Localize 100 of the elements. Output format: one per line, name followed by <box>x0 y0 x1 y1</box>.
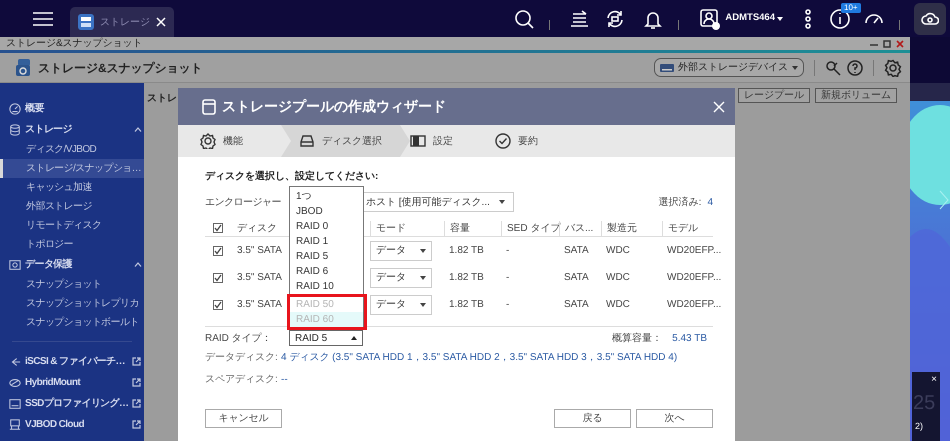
sidebar-item[interactable]: キャッシュ加速 <box>0 178 144 197</box>
dropdown-option: RAID 50 <box>290 297 363 312</box>
search-icon[interactable] <box>513 8 536 30</box>
chevron-up-icon <box>134 127 142 132</box>
sidebar-item[interactable]: SSDプロファイリング… <box>0 393 144 414</box>
toolbar-button[interactable]: 新規ボリューム <box>815 88 897 103</box>
external-link-icon <box>132 357 141 366</box>
sidebar-item[interactable]: 外部ストレージ <box>0 197 144 216</box>
bars-icon <box>410 133 426 149</box>
sidebar-item[interactable]: スナップショットレプリカ <box>0 294 144 313</box>
selected-count-value: 4 <box>707 196 713 210</box>
caret-icon <box>351 336 357 340</box>
user-menu-button[interactable]: ADMTS464 <box>721 11 777 26</box>
ssd-icon <box>9 398 21 410</box>
table-cell-text: SATA <box>563 271 590 285</box>
sidebar-item[interactable]: VJBOD Cloud <box>0 414 144 435</box>
dropdown-option[interactable]: RAID 0 <box>290 219 363 234</box>
gauge-icon <box>9 102 21 114</box>
field-label: データディスク: <box>205 350 279 364</box>
field-label: 概算容量： <box>612 332 662 346</box>
caret-icon <box>777 16 783 20</box>
sidebar-item[interactable]: スナップショット <box>0 275 144 294</box>
storage-app-icon <box>16 58 32 76</box>
sidebar-item[interactable]: 概要 <box>0 98 144 119</box>
column-header: バス... <box>559 220 601 236</box>
app-tab[interactable]: ストレージ <box>70 7 174 37</box>
gear-icon <box>200 133 216 149</box>
caret-icon <box>420 302 426 306</box>
column-header: モデル <box>662 220 720 236</box>
close-button[interactable]: × <box>931 375 937 385</box>
search-tool-icon[interactable] <box>825 60 841 76</box>
instruction-text: ディスクを選択し、設定してください: <box>205 169 380 183</box>
list-icon[interactable] <box>568 8 590 30</box>
mode-select[interactable]: データ <box>370 240 432 260</box>
dropdown-option[interactable]: 1つ <box>290 189 363 204</box>
table-cell-text: WDC <box>605 298 631 312</box>
table-cell-text: 1.82 TB <box>448 298 485 312</box>
safe-icon <box>9 258 21 270</box>
sidebar-item[interactable]: リモートディスク <box>0 216 144 235</box>
caret-icon <box>792 66 798 70</box>
cancel-button[interactable]: キャンセル <box>205 409 282 428</box>
cloud-button[interactable] <box>914 2 946 34</box>
wizard-step: 要約 <box>495 125 580 157</box>
raid-type-select[interactable]: RAID 5 <box>289 330 363 346</box>
menu-icon[interactable] <box>32 11 54 27</box>
maximize-icon[interactable] <box>883 40 891 48</box>
help-icon[interactable] <box>847 60 863 76</box>
table-cell-text: 1.82 TB <box>448 271 485 285</box>
sidebar-item[interactable]: ストレージ/スナップショ… <box>0 159 144 178</box>
caret-icon <box>420 248 426 252</box>
device-dropdown[interactable]: 外部ストレージデバイス <box>654 58 804 77</box>
mode-select[interactable]: データ <box>370 268 432 288</box>
table-cell-text: WDC <box>605 244 631 258</box>
user-icon[interactable] <box>699 8 722 30</box>
table-cell-text: - <box>505 271 510 285</box>
table-cell-text: WD20EFP... <box>666 244 720 258</box>
sidebar-item[interactable]: iSCSI & ファイバーチ… <box>0 351 144 372</box>
selected-count-label: 選択済み: <box>658 196 702 210</box>
cloud-icon <box>921 12 939 26</box>
back-button[interactable]: 戻る <box>554 409 631 428</box>
sidebar-item[interactable]: トポロジー <box>0 235 144 254</box>
wizard-step: ディスク選択 <box>281 125 410 157</box>
external-link-icon <box>132 420 141 429</box>
column-header: 容量 <box>444 220 501 236</box>
drive-icon <box>299 133 315 149</box>
checkbox[interactable] <box>213 246 223 256</box>
next-button[interactable]: 次へ <box>636 409 713 428</box>
storage-app-icon <box>78 14 94 30</box>
dropdown-option[interactable]: RAID 1 <box>290 234 363 249</box>
sidebar-item[interactable]: HybridMount <box>0 372 144 393</box>
chevron-up-icon <box>134 262 142 267</box>
dropdown-option[interactable]: RAID 10 <box>290 279 363 294</box>
mode-select[interactable]: データ <box>370 294 432 314</box>
external-link-icon <box>132 399 142 408</box>
table-cell-text: WD20EFP... <box>666 298 720 312</box>
checkbox[interactable] <box>213 272 223 282</box>
settings-icon[interactable] <box>884 58 902 76</box>
sidebar-item[interactable]: データ保護 <box>0 254 144 275</box>
drive-icon <box>660 64 674 72</box>
checkbox[interactable] <box>213 300 223 310</box>
dropdown-option[interactable]: RAID 5 <box>290 249 363 264</box>
app-title: ストレージ&スナップショット <box>38 60 203 76</box>
caret-icon <box>499 200 505 204</box>
column-header: 製造元 <box>601 220 662 236</box>
sidebar-item[interactable]: ストレージ <box>0 119 144 140</box>
table-cell-text: SATA <box>563 244 590 258</box>
table-cell-text: WDC <box>605 271 631 285</box>
sidebar-item[interactable]: スナップショットボールト <box>0 313 144 332</box>
checkbox[interactable] <box>213 223 223 233</box>
table-cell-text: - <box>505 244 510 258</box>
toolbar-button[interactable]: レージプール <box>738 88 810 103</box>
wizard-step: 設定 <box>410 125 495 157</box>
dropdown-option: RAID 60 <box>290 312 363 327</box>
caret-icon <box>420 276 426 280</box>
dropdown-option[interactable]: RAID 6 <box>290 264 363 279</box>
table-cell-text: 1.82 TB <box>448 244 485 258</box>
notification-badge: 10+ <box>841 2 861 12</box>
capacity-value: 5.43 TB <box>672 332 707 346</box>
field-label: RAID タイプ： <box>205 332 273 346</box>
sidebar-item[interactable]: ディスク/VJBOD <box>0 140 144 159</box>
